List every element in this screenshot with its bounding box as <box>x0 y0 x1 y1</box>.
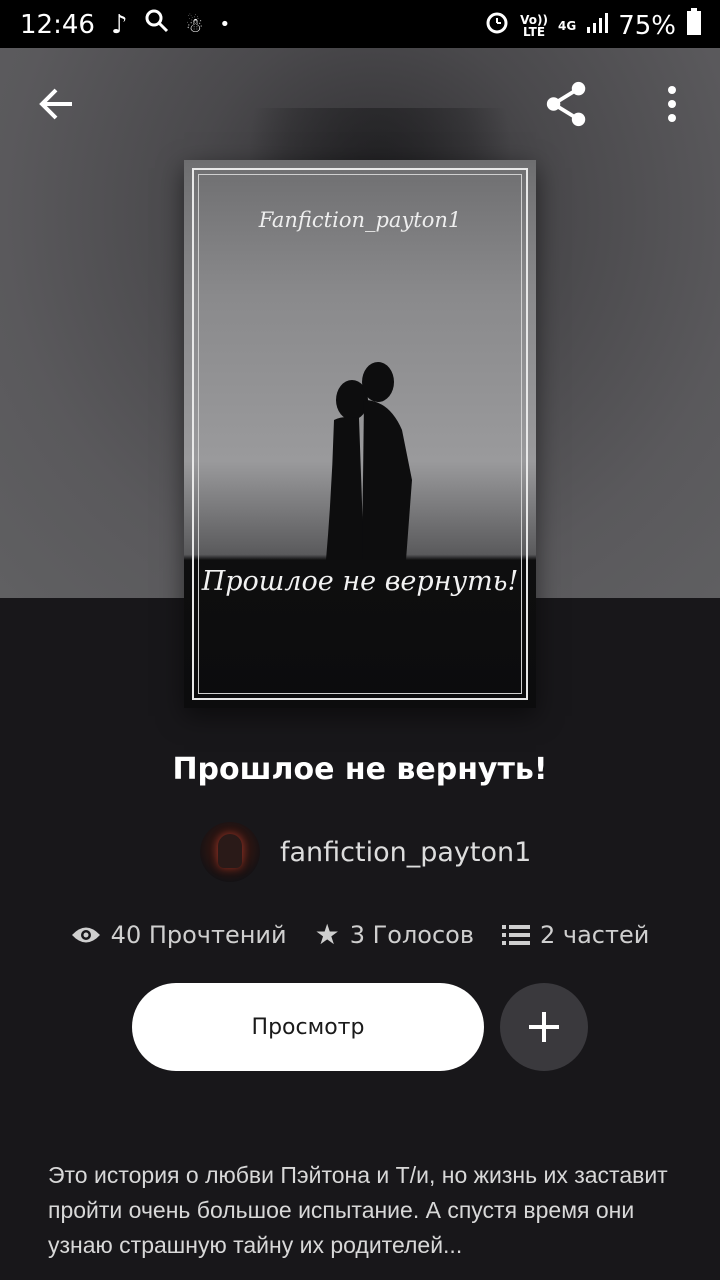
dot-icon: • <box>219 14 231 35</box>
reads-count: 40 Прочтений <box>110 920 287 949</box>
star-icon: ★ <box>314 918 340 951</box>
network-indicator: 4G <box>558 18 577 33</box>
back-button[interactable] <box>32 80 80 128</box>
avatar[interactable] <box>200 822 260 882</box>
status-time: 12:46 <box>20 9 95 40</box>
more-vertical-icon <box>668 86 676 122</box>
music-note-icon: ♪ <box>110 9 128 40</box>
battery-percent: 75% <box>618 10 676 41</box>
volte-indicator: Vo)) LTE <box>520 12 548 39</box>
signal-icon <box>586 11 609 41</box>
eye-icon <box>71 927 100 942</box>
parts-stat: 2 частей <box>502 921 649 949</box>
battery-icon <box>686 8 702 43</box>
reads-stat: 40 Прочтений <box>71 921 287 949</box>
plus-icon <box>529 1012 559 1042</box>
parts-count: 2 частей <box>540 920 650 949</box>
cover-title-text: Прошлое не вернуть! <box>201 566 519 597</box>
couple-silhouette-image <box>326 362 412 560</box>
cover-author-text: Fanfiction_payton1 <box>258 208 462 232</box>
add-to-library-button[interactable] <box>500 983 588 1071</box>
more-options-button[interactable] <box>648 80 696 128</box>
search-icon <box>144 8 170 41</box>
story-title: Прошлое не вернуть! <box>172 752 548 787</box>
arrow-left-icon <box>39 88 72 120</box>
list-icon <box>502 924 530 945</box>
read-button[interactable]: Просмотр <box>132 983 484 1071</box>
author-name[interactable]: fanfiction_payton1 <box>280 837 531 868</box>
stats-row: 40 Прочтений ★ 3 Голосов 2 частей <box>0 918 720 951</box>
votes-count: 3 Голосов <box>349 920 474 949</box>
votes-stat: ★ 3 Голосов <box>315 918 474 951</box>
status-bar: 12:46 ♪ ☃ • Vo)) LTE 4G 75% <box>0 0 720 48</box>
app-notification-icon: ☃ <box>185 12 204 37</box>
story-description: Это история о любви Пэйтона и Т/и, но жи… <box>48 1162 668 1258</box>
author-row[interactable]: fanfiction_payton1 <box>200 822 531 882</box>
status-left: 12:46 ♪ ☃ • <box>20 8 230 41</box>
share-icon <box>546 81 586 127</box>
share-button[interactable] <box>543 80 591 128</box>
status-right: Vo)) LTE 4G 75% <box>484 8 702 43</box>
alarm-icon <box>484 9 510 42</box>
book-cover[interactable]: Fanfiction_payton1 Прошлое не вернуть! <box>184 160 536 708</box>
